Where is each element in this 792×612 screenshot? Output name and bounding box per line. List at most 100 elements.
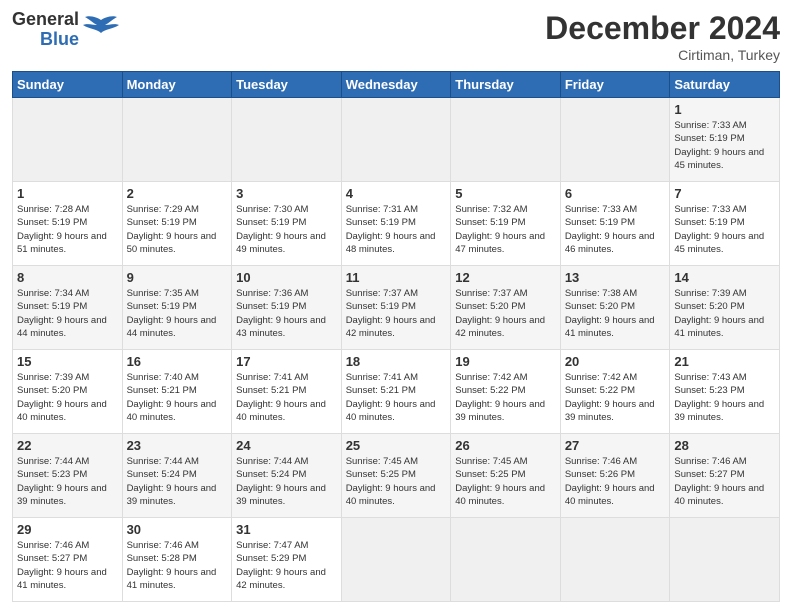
day-info: Sunrise: 7:44 AMSunset: 5:24 PMDaylight:… [127,455,228,508]
day-info: Sunrise: 7:47 AMSunset: 5:29 PMDaylight:… [236,539,337,592]
day-header-friday: Friday [560,72,670,98]
day-info: Sunrise: 7:45 AMSunset: 5:25 PMDaylight:… [346,455,447,508]
day-number: 28 [674,438,775,453]
logo-bird-icon [83,15,119,45]
calendar-cell [341,518,451,602]
day-info: Sunrise: 7:43 AMSunset: 5:23 PMDaylight:… [674,371,775,424]
calendar-cell: 29 Sunrise: 7:46 AMSunset: 5:27 PMDayligh… [13,518,123,602]
calendar-cell: 5 Sunrise: 7:32 AMSunset: 5:19 PMDaylight… [451,182,561,266]
page-header: General Blue December 2024 Cirtiman, Tur… [12,10,780,63]
day-header-wednesday: Wednesday [341,72,451,98]
day-info: Sunrise: 7:35 AMSunset: 5:19 PMDaylight:… [127,287,228,340]
calendar-cell: 2 Sunrise: 7:29 AMSunset: 5:19 PMDaylight… [122,182,232,266]
calendar-week-2: 8 Sunrise: 7:34 AMSunset: 5:19 PMDaylight… [13,266,780,350]
day-number: 2 [127,186,228,201]
day-info: Sunrise: 7:28 AMSunset: 5:19 PMDaylight:… [17,203,118,256]
day-info: Sunrise: 7:33 AMSunset: 5:19 PMDaylight:… [565,203,666,256]
day-number: 8 [17,270,118,285]
day-number: 24 [236,438,337,453]
day-number: 5 [455,186,556,201]
day-number: 15 [17,354,118,369]
calendar-cell: 18Sunrise: 7:41 AMSunset: 5:21 PMDayligh… [341,350,451,434]
day-info: Sunrise: 7:46 AMSunset: 5:27 PMDaylight:… [674,455,775,508]
calendar-cell: 25 Sunrise: 7:45 AMSunset: 5:25 PMDayligh… [341,434,451,518]
day-info: Sunrise: 7:46 AMSunset: 5:26 PMDaylight:… [565,455,666,508]
calendar-cell: 1 Sunrise: 7:28 AMSunset: 5:19 PMDaylight… [13,182,123,266]
day-number: 11 [346,270,447,285]
calendar-week-0: 1Sunrise: 7:33 AMSunset: 5:19 PMDaylight… [13,98,780,182]
calendar-cell: 23 Sunrise: 7:44 AMSunset: 5:24 PMDayligh… [122,434,232,518]
day-header-monday: Monday [122,72,232,98]
calendar-week-4: 22Sunrise: 7:44 AMSunset: 5:23 PMDayligh… [13,434,780,518]
day-header-tuesday: Tuesday [232,72,342,98]
day-number: 14 [674,270,775,285]
day-info: Sunrise: 7:41 AMSunset: 5:21 PMDaylight:… [236,371,337,424]
calendar-header-row: SundayMondayTuesdayWednesdayThursdayFrid… [13,72,780,98]
day-info: Sunrise: 7:32 AMSunset: 5:19 PMDaylight:… [455,203,556,256]
calendar-cell: 4 Sunrise: 7:31 AMSunset: 5:19 PMDaylight… [341,182,451,266]
calendar-week-1: 1 Sunrise: 7:28 AMSunset: 5:19 PMDaylight… [13,182,780,266]
day-number: 19 [455,354,556,369]
calendar-cell: 28 Sunrise: 7:46 AMSunset: 5:27 PMDayligh… [670,434,780,518]
month-title: December 2024 [545,10,780,47]
day-info: Sunrise: 7:42 AMSunset: 5:22 PMDaylight:… [455,371,556,424]
day-info: Sunrise: 7:39 AMSunset: 5:20 PMDaylight:… [17,371,118,424]
calendar-cell [341,98,451,182]
calendar-cell: 19 Sunrise: 7:42 AMSunset: 5:22 PMDayligh… [451,350,561,434]
calendar-cell [560,98,670,182]
calendar-cell: 12Sunrise: 7:37 AMSunset: 5:20 PMDayligh… [451,266,561,350]
day-number: 6 [565,186,666,201]
calendar-cell [122,98,232,182]
day-number: 25 [346,438,447,453]
calendar-cell: 10Sunrise: 7:36 AMSunset: 5:19 PMDayligh… [232,266,342,350]
day-info: Sunrise: 7:30 AMSunset: 5:19 PMDaylight:… [236,203,337,256]
calendar-cell: 27 Sunrise: 7:46 AMSunset: 5:26 PMDayligh… [560,434,670,518]
day-header-thursday: Thursday [451,72,561,98]
calendar-cell: 21 Sunrise: 7:43 AMSunset: 5:23 PMDayligh… [670,350,780,434]
calendar-cell: 14Sunrise: 7:39 AMSunset: 5:20 PMDayligh… [670,266,780,350]
day-number: 3 [236,186,337,201]
day-info: Sunrise: 7:36 AMSunset: 5:19 PMDaylight:… [236,287,337,340]
calendar-cell [232,98,342,182]
calendar-cell: 7Sunrise: 7:33 AMSunset: 5:19 PMDaylight… [670,182,780,266]
calendar-week-5: 29 Sunrise: 7:46 AMSunset: 5:27 PMDayligh… [13,518,780,602]
calendar-cell: 8 Sunrise: 7:34 AMSunset: 5:19 PMDaylight… [13,266,123,350]
calendar-cell [670,518,780,602]
logo-text-general: General [12,10,79,30]
day-info: Sunrise: 7:44 AMSunset: 5:24 PMDaylight:… [236,455,337,508]
day-info: Sunrise: 7:46 AMSunset: 5:27 PMDaylight:… [17,539,118,592]
calendar-cell: 3 Sunrise: 7:30 AMSunset: 5:19 PMDaylight… [232,182,342,266]
day-number: 1 [17,186,118,201]
calendar-cell: 22Sunrise: 7:44 AMSunset: 5:23 PMDayligh… [13,434,123,518]
day-info: Sunrise: 7:31 AMSunset: 5:19 PMDaylight:… [346,203,447,256]
day-info: Sunrise: 7:45 AMSunset: 5:25 PMDaylight:… [455,455,556,508]
day-number: 21 [674,354,775,369]
calendar-cell: 15 Sunrise: 7:39 AMSunset: 5:20 PMDayligh… [13,350,123,434]
day-number: 16 [127,354,228,369]
calendar-cell: 31Sunrise: 7:47 AMSunset: 5:29 PMDayligh… [232,518,342,602]
day-info: Sunrise: 7:29 AMSunset: 5:19 PMDaylight:… [127,203,228,256]
day-info: Sunrise: 7:34 AMSunset: 5:19 PMDaylight:… [17,287,118,340]
day-number: 20 [565,354,666,369]
day-number: 1 [674,102,775,117]
calendar-cell: 16Sunrise: 7:40 AMSunset: 5:21 PMDayligh… [122,350,232,434]
day-number: 4 [346,186,447,201]
day-number: 30 [127,522,228,537]
day-number: 27 [565,438,666,453]
calendar-cell: 30Sunrise: 7:46 AMSunset: 5:28 PMDayligh… [122,518,232,602]
calendar-cell: 24 Sunrise: 7:44 AMSunset: 5:24 PMDayligh… [232,434,342,518]
calendar-cell [13,98,123,182]
day-header-sunday: Sunday [13,72,123,98]
day-number: 23 [127,438,228,453]
day-info: Sunrise: 7:37 AMSunset: 5:20 PMDaylight:… [455,287,556,340]
title-block: December 2024 Cirtiman, Turkey [545,10,780,63]
day-number: 9 [127,270,228,285]
calendar-cell: 17Sunrise: 7:41 AMSunset: 5:21 PMDayligh… [232,350,342,434]
day-number: 18 [346,354,447,369]
calendar-cell: 26Sunrise: 7:45 AMSunset: 5:25 PMDayligh… [451,434,561,518]
day-info: Sunrise: 7:42 AMSunset: 5:22 PMDaylight:… [565,371,666,424]
calendar-cell [451,518,561,602]
day-number: 29 [17,522,118,537]
logo: General Blue [12,10,119,50]
calendar-cell: 13Sunrise: 7:38 AMSunset: 5:20 PMDayligh… [560,266,670,350]
